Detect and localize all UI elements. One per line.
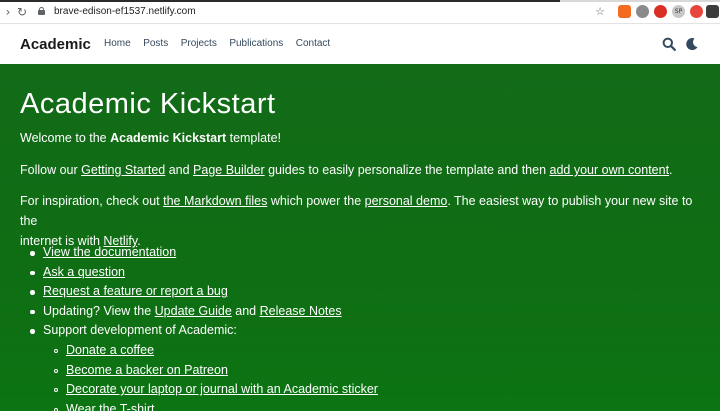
star-icon[interactable]: ☆ bbox=[592, 4, 608, 20]
list-item: Become a backer on Patreon bbox=[20, 361, 378, 381]
welcome-text: Welcome to the Academic Kickstart templa… bbox=[20, 128, 710, 148]
follow-text: . bbox=[669, 163, 673, 177]
tshirt-link[interactable]: Wear the T-shirt bbox=[66, 402, 154, 411]
extension-icon[interactable] bbox=[706, 5, 719, 18]
moon-icon[interactable] bbox=[685, 37, 699, 51]
brave-lion-icon[interactable] bbox=[618, 5, 631, 18]
follow-paragraph: Follow our Getting Started and Page Buil… bbox=[20, 160, 710, 180]
extension-icon[interactable] bbox=[690, 5, 703, 18]
nav-item-publications[interactable]: Publications bbox=[229, 37, 283, 51]
markdown-files-link[interactable]: the Markdown files bbox=[163, 194, 267, 208]
list-item: Request a feature or report a bug bbox=[20, 282, 378, 302]
tab-strip-edge-light bbox=[560, 0, 720, 2]
lock-icon[interactable] bbox=[38, 7, 45, 15]
resource-list: View the documentation Ask a question Re… bbox=[20, 243, 378, 411]
nav-item-contact[interactable]: Contact bbox=[296, 37, 330, 51]
donate-coffee-link[interactable]: Donate a coffee bbox=[66, 343, 154, 357]
hero-title: Academic Kickstart bbox=[20, 88, 276, 120]
follow-text: guides to easily personalize the templat… bbox=[264, 163, 550, 177]
list-item: Decorate your laptop or journal with an … bbox=[20, 380, 378, 400]
welcome-post: template! bbox=[226, 131, 282, 145]
nav-item-projects[interactable]: Projects bbox=[181, 37, 217, 51]
page-builder-link[interactable]: Page Builder bbox=[193, 163, 265, 177]
nav-item-home[interactable]: Home bbox=[104, 37, 131, 51]
follow-text: Follow our bbox=[20, 163, 82, 177]
browser-toolbar: › ↻ brave-edison-ef1537.netlify.com ☆ SP bbox=[0, 0, 720, 24]
updating-text: Updating? View the bbox=[43, 303, 155, 318]
list-item: Updating? View the Update Guide and Rele… bbox=[20, 302, 378, 322]
sticker-link[interactable]: Decorate your laptop or journal with an … bbox=[66, 382, 378, 396]
request-feature-link[interactable]: Request a feature or report a bug bbox=[43, 284, 228, 298]
update-guide-link[interactable]: Update Guide bbox=[155, 304, 232, 318]
list-item: Donate a coffee bbox=[20, 341, 378, 361]
reload-icon[interactable]: ↻ bbox=[14, 4, 30, 20]
site-brand[interactable]: Academic bbox=[20, 35, 91, 54]
search-icon[interactable] bbox=[662, 37, 676, 51]
inspiration-text: For inspiration, check out bbox=[20, 194, 164, 208]
patreon-link[interactable]: Become a backer on Patreon bbox=[66, 363, 228, 377]
list-item: Support development of Academic: bbox=[20, 321, 378, 341]
release-notes-link[interactable]: Release Notes bbox=[260, 304, 342, 318]
hero-section: Academic Kickstart Welcome to the Academ… bbox=[0, 64, 720, 411]
extension-icon[interactable]: SP bbox=[672, 5, 685, 18]
ask-question-link[interactable]: Ask a question bbox=[43, 265, 125, 279]
support-text: Support development of Academic: bbox=[43, 323, 237, 338]
address-bar[interactable]: brave-edison-ef1537.netlify.com bbox=[54, 5, 196, 19]
add-content-link[interactable]: add your own content bbox=[550, 163, 670, 177]
inspiration-paragraph: For inspiration, check out the Markdown … bbox=[20, 191, 710, 251]
follow-text: and bbox=[165, 163, 194, 177]
list-item: View the documentation bbox=[20, 243, 378, 263]
extension-icon[interactable] bbox=[654, 5, 667, 18]
personal-demo-link[interactable]: personal demo bbox=[365, 194, 448, 208]
list-item: Ask a question bbox=[20, 263, 378, 283]
nav-item-posts[interactable]: Posts bbox=[143, 37, 168, 51]
welcome-pre: Welcome to the bbox=[20, 131, 111, 145]
updating-text: and bbox=[231, 303, 260, 318]
getting-started-link[interactable]: Getting Started bbox=[81, 163, 165, 177]
nav-menu: Home Posts Projects Publications Contact bbox=[104, 37, 343, 51]
inspiration-text: which power the bbox=[267, 194, 365, 208]
extension-icon[interactable] bbox=[636, 5, 649, 18]
site-navbar: Academic Home Posts Projects Publication… bbox=[0, 25, 720, 64]
welcome-bold: Academic Kickstart bbox=[110, 131, 227, 145]
list-item: Wear the T-shirt bbox=[20, 400, 378, 411]
documentation-link[interactable]: View the documentation bbox=[43, 245, 176, 259]
